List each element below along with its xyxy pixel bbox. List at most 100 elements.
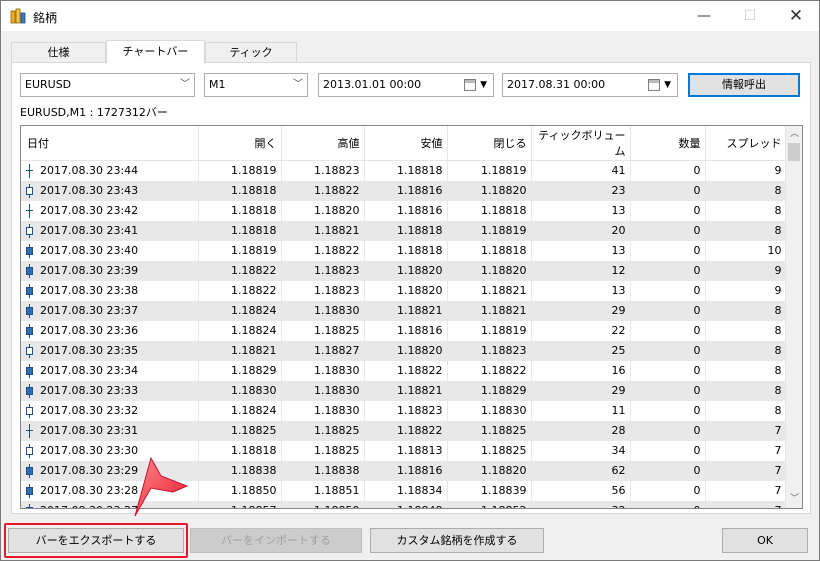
table-row[interactable]: 2017.08.30 23:43 1.18818 1.18822 1.18816 1.1… [21, 180, 787, 201]
timeframe-value: M1 [209, 78, 226, 91]
low-cell: 1.18820 [364, 260, 448, 281]
candlestick-icon [25, 423, 34, 438]
date-to-picker[interactable]: 2017.08.31 00:00 ▼ [502, 73, 678, 97]
high-cell: 1.18825 [281, 440, 365, 461]
close-button[interactable]: ✕ [773, 1, 819, 31]
date-text: 2017.08.30 23:31 [40, 423, 139, 437]
table-row[interactable]: 2017.08.30 23:36 1.18824 1.18825 1.18816 1.1… [21, 320, 787, 341]
close-cell: 1.18819 [447, 160, 532, 181]
tick-volume-cell: 32 [531, 500, 631, 508]
calendar-icon[interactable] [464, 79, 476, 91]
tab-specification[interactable]: 仕様 [11, 42, 106, 63]
table-row[interactable]: 2017.08.30 23:41 1.18818 1.18821 1.18818 1.1… [21, 220, 787, 241]
open-cell: 1.18829 [198, 360, 282, 381]
timeframe-select[interactable]: M1 ﹀ [204, 73, 308, 97]
column-header-date[interactable]: 日付 [21, 126, 199, 161]
candlestick-icon [25, 223, 34, 238]
date-cell: 2017.08.30 23:44 [21, 160, 199, 181]
column-header-volume[interactable]: 数量 [630, 126, 706, 161]
low-cell: 1.18818 [364, 240, 448, 261]
symbol-value: EURUSD [25, 78, 72, 91]
table-row[interactable]: 2017.08.30 23:32 1.18824 1.18830 1.18823 1.1… [21, 400, 787, 421]
table-row[interactable]: 2017.08.30 23:35 1.18821 1.18827 1.18820 1.1… [21, 340, 787, 361]
volume-cell: 0 [630, 380, 706, 401]
maximize-button[interactable]: ☐ [727, 1, 773, 31]
vertical-scrollbar[interactable]: ︿ ﹀ [785, 126, 802, 508]
volume-cell: 0 [630, 320, 706, 341]
scroll-thumb[interactable] [788, 143, 800, 161]
dropdown-arrow-icon[interactable]: ▼ [664, 74, 671, 96]
open-cell: 1.18822 [198, 260, 282, 281]
high-cell: 1.18830 [281, 360, 365, 381]
close-cell: 1.18821 [447, 280, 532, 301]
date-text: 2017.08.30 23:32 [40, 403, 139, 417]
table-row[interactable]: 2017.08.30 23:31 1.18825 1.18825 1.18822 1.1… [21, 420, 787, 441]
high-cell: 1.18821 [281, 220, 365, 241]
request-button[interactable]: 情報呼出 [688, 73, 800, 97]
table-row[interactable]: 2017.08.30 23:39 1.18822 1.18823 1.18820 1.1… [21, 260, 787, 281]
open-cell: 1.18822 [198, 280, 282, 301]
bars-table[interactable]: 日付 開く 高値 安値 閉じる ティックボリューム 数量 スプレッド 2017.… [20, 125, 803, 509]
column-header-low[interactable]: 安値 [364, 126, 448, 161]
volume-cell: 0 [630, 200, 706, 221]
table-row[interactable]: 2017.08.30 23:42 1.18818 1.18820 1.18816 1.1… [21, 200, 787, 221]
table-row[interactable]: 2017.08.30 23:34 1.18829 1.18830 1.18822 1.1… [21, 360, 787, 381]
table-row[interactable]: 2017.08.30 23:38 1.18822 1.18823 1.18820 1.1… [21, 280, 787, 301]
close-cell: 1.18820 [447, 180, 532, 201]
calendar-icon[interactable] [648, 79, 660, 91]
tab-chart-bars[interactable]: チャートバー [106, 40, 205, 64]
table-row[interactable]: 2017.08.30 23:37 1.18824 1.18830 1.18821 1.1… [21, 300, 787, 321]
close-cell: 1.18820 [447, 460, 532, 481]
open-cell: 1.18824 [198, 320, 282, 341]
ok-button[interactable]: OK [722, 528, 808, 553]
tab-ticks[interactable]: ティック [205, 42, 297, 63]
low-cell: 1.18816 [364, 200, 448, 221]
tick-volume-cell: 12 [531, 260, 631, 281]
spread-cell: 8 [705, 300, 787, 321]
date-from-picker[interactable]: 2013.01.01 00:00 ▼ [318, 73, 494, 97]
symbols-app-icon [10, 8, 26, 24]
candlestick-icon [25, 163, 34, 178]
dropdown-arrow-icon[interactable]: ▼ [480, 74, 487, 96]
high-cell: 1.18823 [281, 260, 365, 281]
low-cell: 1.18823 [364, 400, 448, 421]
minimize-button[interactable]: — [681, 1, 727, 31]
date-cell: 2017.08.30 23:36 [21, 320, 199, 341]
tick-volume-cell: 22 [531, 320, 631, 341]
column-header-open[interactable]: 開く [198, 126, 282, 161]
open-cell: 1.18819 [198, 240, 282, 261]
spread-cell: 8 [705, 360, 787, 381]
scroll-up-icon[interactable]: ︿ [786, 126, 802, 143]
spread-cell: 7 [705, 480, 787, 501]
date-to-value: 2017.08.31 00:00 [507, 78, 606, 91]
volume-cell: 0 [630, 280, 706, 301]
candlestick-icon [25, 363, 34, 378]
table-row[interactable]: 2017.08.30 23:33 1.18830 1.18830 1.18821 1.1… [21, 380, 787, 401]
create-custom-symbol-button[interactable]: カスタム銘柄を作成する [370, 528, 544, 553]
column-header-close[interactable]: 閉じる [447, 126, 532, 161]
column-header-high[interactable]: 高値 [281, 126, 365, 161]
spread-cell: 9 [705, 280, 787, 301]
symbol-select[interactable]: EURUSD ﹀ [20, 73, 195, 97]
tick-volume-cell: 20 [531, 220, 631, 241]
column-header-tick-volume[interactable]: ティックボリューム [531, 126, 631, 161]
title-bar[interactable]: 銘柄 — ☐ ✕ [1, 1, 819, 31]
low-cell: 1.18820 [364, 280, 448, 301]
tick-volume-cell: 13 [531, 200, 631, 221]
high-cell: 1.18859 [281, 500, 365, 508]
high-cell: 1.18830 [281, 300, 365, 321]
volume-cell: 0 [630, 420, 706, 441]
date-text: 2017.08.30 23:35 [40, 343, 139, 357]
column-header-spread[interactable]: スプレッド [705, 126, 787, 161]
table-row[interactable]: 2017.08.30 23:44 1.18819 1.18823 1.18818 1.1… [21, 160, 787, 181]
date-cell: 2017.08.30 23:35 [21, 340, 199, 361]
candlestick-icon [25, 323, 34, 338]
low-cell: 1.18820 [364, 340, 448, 361]
table-row[interactable]: 2017.08.30 23:40 1.18819 1.18822 1.18818 1.1… [21, 240, 787, 261]
high-cell: 1.18830 [281, 380, 365, 401]
scroll-down-icon[interactable]: ﹀ [786, 491, 802, 508]
volume-cell: 0 [630, 440, 706, 461]
volume-cell: 0 [630, 400, 706, 421]
spread-cell: 8 [705, 200, 787, 221]
close-cell: 1.18852 [447, 500, 532, 508]
